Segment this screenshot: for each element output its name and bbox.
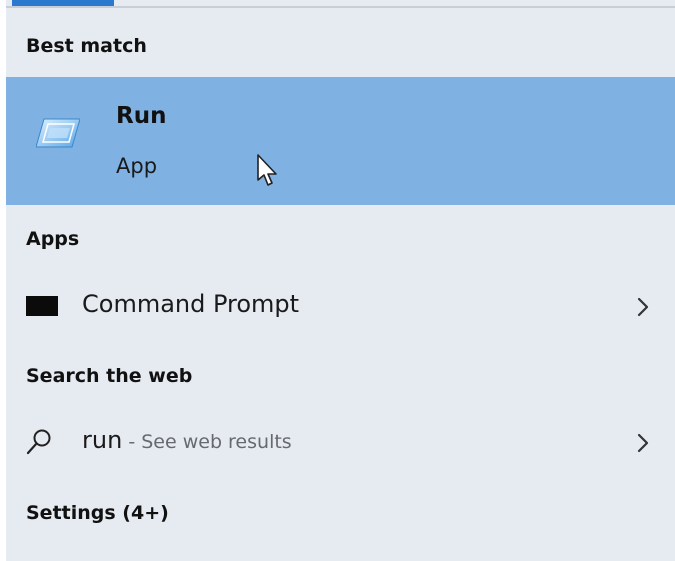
web-search-result[interactable]: run - See web results [6, 410, 675, 474]
command-prompt-icon [26, 296, 58, 316]
top-accent-bar [12, 0, 114, 6]
section-header-best-match: Best match [26, 35, 147, 57]
app-item-label: Command Prompt [82, 290, 300, 318]
web-result-text: run - See web results [82, 426, 292, 454]
web-result-suffix: - See web results [122, 431, 292, 453]
chevron-right-icon[interactable] [636, 296, 650, 318]
app-item-command-prompt[interactable]: Command Prompt [6, 274, 675, 338]
section-header-apps: Apps [26, 228, 80, 250]
run-title: Run [116, 103, 167, 129]
run-icon [36, 118, 80, 148]
chevron-right-icon[interactable] [636, 432, 650, 454]
section-header-settings[interactable]: Settings (4+) [26, 502, 169, 524]
section-header-search-web: Search the web [26, 365, 193, 387]
mouse-cursor-icon [257, 154, 277, 186]
top-border [6, 6, 675, 8]
run-type-label: App [116, 154, 158, 178]
web-query: run [82, 426, 123, 454]
search-icon [26, 429, 51, 455]
search-results-panel: Best match Run App Apps Command Prompt S… [6, 0, 675, 561]
best-match-run-app[interactable]: Run App [6, 77, 675, 205]
